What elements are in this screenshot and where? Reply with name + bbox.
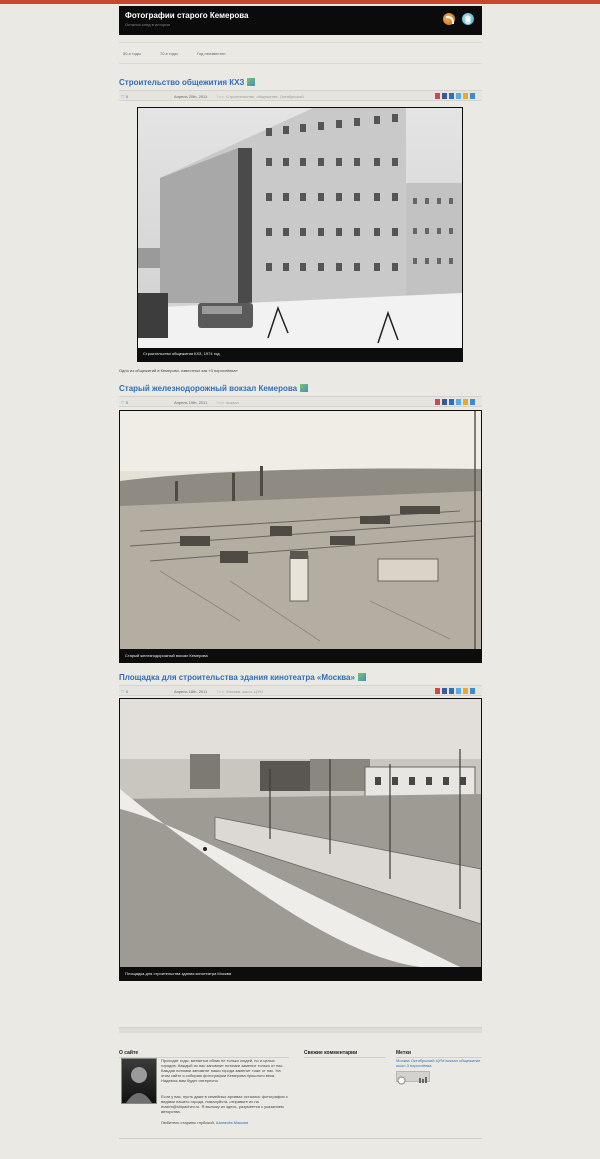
photo-frame: Строительство общежития КХЗ, 1974 год (137, 107, 463, 362)
post-meta: ♡ 0 Апрель 19th, 2011 Тэги: вокзал (119, 396, 482, 407)
nav-item-unknown-year[interactable]: Год неизвестен (197, 51, 226, 56)
about-paragraph: Проходят годы, меняется облик не только … (161, 1058, 284, 1083)
share-icon[interactable] (463, 93, 468, 99)
tag-icon (357, 673, 366, 681)
signature-text: Любитель старины глубокой, (161, 1120, 215, 1125)
share-icon[interactable] (470, 399, 475, 405)
heart-icon: ♡ (121, 94, 125, 99)
about-paragraph: Если у вас, пусть даже в семейных архива… (161, 1094, 288, 1114)
share-icon[interactable] (442, 399, 447, 405)
post-tags: Тэги: Москва, школ, ЦУМ (216, 689, 263, 694)
photo-railway-station[interactable] (120, 411, 481, 649)
top-accent-bar (0, 0, 600, 4)
share-icon[interactable] (463, 688, 468, 694)
comments-count[interactable]: ♡ 0 (121, 689, 128, 694)
share-icon[interactable] (435, 399, 440, 405)
post-date: Апрель 18th, 2011 (174, 689, 208, 694)
post-title[interactable]: Старый железнодорожный вокзал Кемерова (119, 384, 309, 393)
post-excerpt: Одно из общежитий в Кемерово, известных … (119, 368, 238, 373)
comments-count-value[interactable]: 0 (126, 400, 128, 405)
post-date: Апрель 19th, 2011 (174, 400, 208, 405)
post-title-text[interactable]: Старый железнодорожный вокзал Кемерова (119, 384, 297, 393)
heart-icon: ♡ (121, 689, 125, 694)
nav-item-70s[interactable]: 70-е годы (160, 51, 178, 56)
tag-icon (247, 78, 256, 86)
tags-label: Тэги: (216, 400, 226, 405)
share-icon[interactable] (470, 688, 475, 694)
photo-dormitory-construction[interactable] (138, 108, 462, 348)
nav-item-50s[interactable]: 50-е годы (123, 51, 141, 56)
tags-label: Тэги: (216, 94, 226, 99)
share-icon[interactable] (435, 93, 440, 99)
share-icon[interactable] (456, 688, 461, 694)
tags-list[interactable]: Строительство, общежитие, Октябрьский (226, 94, 303, 99)
share-icon[interactable] (463, 399, 468, 405)
twitter-bird-icon[interactable] (462, 13, 474, 25)
post-title[interactable]: Строительство общежития КХЗ (119, 78, 256, 87)
comments-count[interactable]: ♡ 0 (121, 94, 128, 99)
footer-bottom-rule (119, 1138, 482, 1139)
share-icon[interactable] (456, 93, 461, 99)
share-icon[interactable] (456, 399, 461, 405)
post-title-text[interactable]: Строительство общежития КХЗ (119, 78, 244, 87)
photo-caption: Площадка для строительства здания киноте… (125, 971, 232, 976)
share-icon[interactable] (449, 688, 454, 694)
counter-badge[interactable] (396, 1071, 430, 1085)
post-meta: ♡ 0 Апрель 18th, 2011 Тэги: Москва, школ… (119, 685, 482, 696)
post-title-text[interactable]: Площадка для строительства здания киноте… (119, 673, 355, 682)
comments-count-value[interactable]: 0 (126, 689, 128, 694)
share-icon[interactable] (442, 93, 447, 99)
main-nav: 50-е годы 70-е годы Год неизвестен (119, 42, 482, 64)
post-title[interactable]: Площадка для строительства здания киноте… (119, 673, 366, 682)
recent-comments-heading: Свежие комментарии (304, 1050, 358, 1056)
tags-label: Тэги: (216, 689, 226, 694)
photo-frame: Старый железнодорожный вокзал Кемерова (119, 410, 482, 663)
comments-count-value[interactable]: 0 (126, 94, 128, 99)
post-meta: ♡ 0 Апрель 20th, 2011 Тэги: Строительств… (119, 90, 482, 101)
post-tags: Тэги: вокзал (216, 400, 239, 405)
site-title[interactable]: Фотографии старого Кемерова (125, 11, 249, 20)
tags-list[interactable]: Москва, школ, ЦУМ (226, 689, 262, 694)
about-heading: О сайте (119, 1050, 139, 1056)
tag-icon (300, 384, 309, 392)
share-icon[interactable] (435, 688, 440, 694)
about-signature: Любитель старины глубокой, Шипачёв Макси… (161, 1120, 289, 1125)
footer-divider (119, 1027, 482, 1033)
share-icon[interactable] (449, 399, 454, 405)
share-icon[interactable] (449, 93, 454, 99)
photo-caption: Старый железнодорожный вокзал Кемерова (125, 653, 208, 658)
tags-heading: Метки (396, 1050, 411, 1056)
post-date: Апрель 20th, 2011 (174, 94, 208, 99)
share-icon[interactable] (470, 93, 475, 99)
comments-heading-rule (304, 1057, 386, 1058)
site-description: Остался след в истории (125, 22, 170, 27)
photo-frame: Площадка для строительства здания киноте… (119, 698, 482, 981)
post-tags: Тэги: Строительство, общежитие, Октябрьс… (216, 94, 304, 99)
tags-list[interactable]: вокзал (226, 400, 239, 405)
comments-count[interactable]: ♡ 0 (121, 400, 128, 405)
tag-cloud[interactable]: Москва Октябрьский ЦУМ вокзал общежитие … (396, 1058, 482, 1068)
author-link[interactable]: Шипачёв Максим (216, 1120, 248, 1125)
rss-icon[interactable] (443, 13, 455, 25)
photo-caption: Строительство общежития КХЗ, 1974 год (143, 351, 220, 356)
heart-icon: ♡ (121, 400, 125, 405)
site-header: Фотографии старого Кемерова Остался след… (119, 6, 482, 35)
avatar (121, 1058, 157, 1104)
share-icon[interactable] (442, 688, 447, 694)
photo-cinema-construction-site[interactable] (120, 699, 481, 967)
